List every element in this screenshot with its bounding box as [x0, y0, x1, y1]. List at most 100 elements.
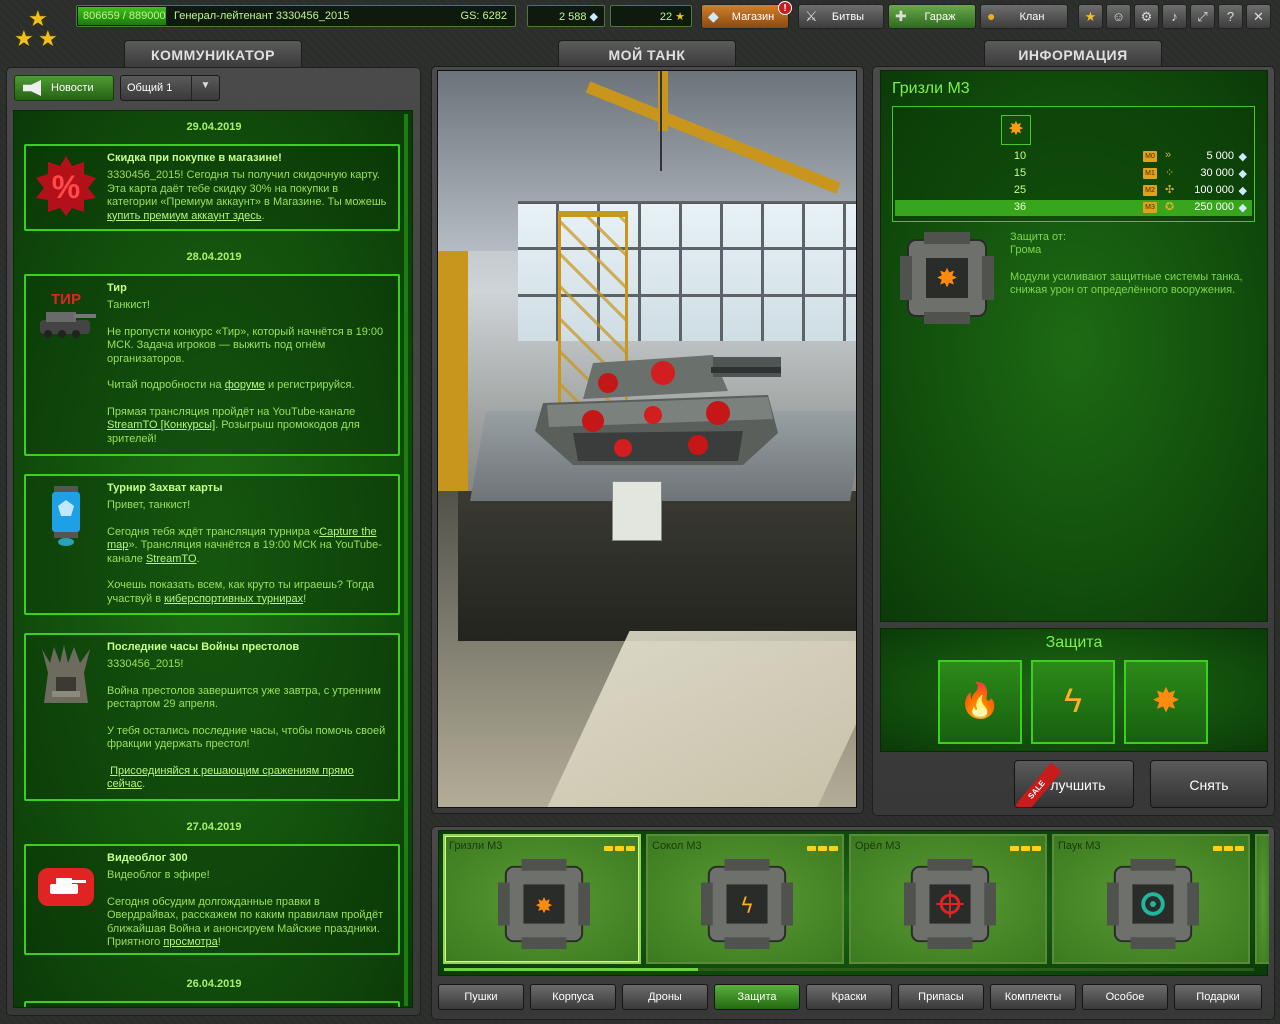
category-special[interactable]: Особое — [1082, 984, 1168, 1010]
wrench-icon: ✚ — [895, 8, 907, 24]
protection-from: Защита от: Грома — [1010, 231, 1066, 257]
crossed-swords-icon: ⚔ — [805, 8, 818, 24]
achievements-star-icon[interactable]: ★ — [1078, 4, 1103, 29]
streamto-link[interactable]: StreamTO [Конкурсы] — [107, 419, 215, 431]
gear-score: GS: 6282 — [460, 10, 507, 22]
premium-link[interactable]: купить премиум аккаунт здесь — [107, 210, 261, 222]
news-scrollbar[interactable] — [404, 114, 408, 1006]
row-level: 10 — [1013, 150, 1027, 162]
news-paragraph: Привет, танкист! — [107, 499, 191, 511]
row-level: 25 — [1013, 184, 1027, 196]
news-paragraph: Танкист! — [107, 299, 150, 311]
tank-3d-view[interactable] — [437, 70, 857, 808]
channel-select-value: Общий 1 — [127, 82, 173, 94]
news-date: 29.04.2019 — [186, 121, 242, 133]
category-gifts[interactable]: Подарки — [1174, 984, 1262, 1010]
svg-text:ТИР: ТИР — [51, 291, 81, 308]
protection-module-icon: ✸ — [900, 232, 994, 324]
protection-from-value: Грома — [1010, 244, 1042, 256]
friends-icon[interactable]: ☺ — [1106, 4, 1131, 29]
tab-my-tank: МОЙ ТАНК — [558, 40, 736, 68]
tab-communicator: КОММУНИКАТОР — [124, 40, 302, 68]
news-button[interactable]: Новости — [14, 75, 114, 101]
news-title: Тир — [107, 282, 127, 294]
crane-chain — [660, 71, 662, 171]
esports-tournaments-link[interactable]: киберспортивных турнирах — [164, 593, 303, 605]
shop-label: Магазин — [731, 11, 775, 23]
diamond-icon: ◆ — [708, 8, 719, 24]
fire-protection-icon[interactable]: 🔥 — [938, 660, 1022, 744]
item-description: Модули усиливают защитные системы танка,… — [1010, 271, 1243, 296]
module-card-eagle[interactable]: Орёл М3 — [849, 834, 1047, 964]
news-button-label: Новости — [51, 82, 94, 94]
experience-bar: 806659 / 889000 Генерал-лейтенант 333045… — [76, 5, 516, 27]
sound-icon[interactable]: ♪ — [1162, 4, 1187, 29]
unequip-button[interactable]: Снять — [1150, 760, 1268, 808]
upgrade-row: 15 M1 ⁘ 30 000 ◆ — [895, 166, 1252, 182]
news-item: Турнир Захват карты Привет, танкист! Сег… — [24, 474, 400, 615]
close-icon[interactable]: ✕ — [1246, 4, 1271, 29]
module-card-partial[interactable] — [1255, 834, 1269, 964]
news-item: Последние часы Войны престолов 3330456_2… — [24, 633, 400, 801]
garage-button[interactable]: ✚ Гараж — [888, 4, 976, 29]
protection-from-label: Защита от: — [1010, 231, 1067, 243]
news-feed[interactable]: 29.04.2019 % Скидка при покупке в магази… — [13, 110, 413, 1008]
streamto-link[interactable]: StreamTO — [146, 553, 197, 565]
upgrade-level-pips — [1211, 842, 1244, 854]
garage-label: Гараж — [924, 11, 956, 23]
forum-link[interactable]: форуме — [225, 379, 265, 391]
module-card-spider[interactable]: Паук М3 — [1052, 834, 1250, 964]
discount-percent-icon: % — [36, 156, 96, 216]
upgrade-button[interactable]: SALE Улучшить — [1014, 760, 1134, 808]
category-hulls[interactable]: Корпуса — [530, 984, 616, 1010]
news-paragraph: Сегодня тебя ждёт трансляция турнира «Ca… — [107, 525, 382, 565]
battles-button[interactable]: ⚔ Битвы — [798, 4, 884, 29]
item-name: Гризли М3 — [892, 80, 970, 97]
falcon-protection-icon[interactable]: ϟ — [1031, 660, 1115, 744]
upgrade-row-current: 36 M3 ✪ 250 000 ◆ — [895, 200, 1252, 216]
watch-link[interactable]: просмотра — [163, 936, 217, 948]
modification-mark: M2 — [1143, 185, 1157, 196]
settings-gear-icon[interactable]: ⚙ — [1134, 4, 1159, 29]
youtube-tank-icon — [38, 868, 94, 906]
crystal-icon: ◆ — [1238, 168, 1247, 180]
grizzly-module-icon: ✸ — [498, 858, 590, 950]
modification-mark: M0 — [1143, 151, 1157, 162]
news-paragraph: Сегодня обсудим долгожданные правки в Ов… — [107, 895, 384, 949]
defense-title: Защита — [1045, 634, 1103, 651]
news-title: Видеоблог 300 — [107, 852, 188, 864]
clan-button[interactable]: ● Клан — [980, 4, 1068, 29]
item-list-scroll-thumb[interactable] — [444, 968, 698, 971]
crystal-icon: ◆ — [589, 11, 598, 23]
star-icon: ★ — [675, 11, 685, 23]
category-protection[interactable]: Защита — [714, 984, 800, 1010]
news-paragraph: Читай подробности на форуме и регистриру… — [107, 379, 355, 391]
news-date: 28.04.2019 — [186, 251, 242, 263]
iron-throne-icon — [42, 645, 90, 703]
category-paints[interactable]: Краски — [806, 984, 892, 1010]
category-drones[interactable]: Дроны — [622, 984, 708, 1010]
help-icon[interactable]: ? — [1218, 4, 1243, 29]
upgrade-table: ✸ 10 M0 » 5 000 ◆ 15 M1 ⁘ 30 000 ◆ 25 M2… — [892, 106, 1255, 222]
fullscreen-icon[interactable]: ⤢ — [1190, 4, 1215, 29]
module-card-falcon[interactable]: Сокол М3 ϟ — [646, 834, 844, 964]
unequip-button-label: Снять — [1189, 777, 1229, 793]
crystal-icon: ◆ — [1238, 151, 1247, 163]
category-guns[interactable]: Пушки — [438, 984, 524, 1010]
category-kits[interactable]: Комплекты — [990, 984, 1076, 1010]
item-list-scrollbar[interactable] — [444, 968, 1254, 971]
news-item: Видеоблог 300 Видеоблог в эфире! Сегодня… — [24, 844, 400, 955]
news-paragraph: Хочешь показать всем, как круто ты играе… — [107, 579, 375, 605]
news-paragraph: 3330456_2015! — [107, 658, 184, 670]
category-supplies[interactable]: Припасы — [898, 984, 984, 1010]
tab-information: ИНФОРМАЦИЯ — [984, 40, 1162, 68]
module-name: Гризли М3 — [449, 840, 503, 852]
upgrade-row: 10 M0 » 5 000 ◆ — [895, 149, 1252, 165]
channel-select[interactable]: Общий 1 ▼ — [120, 75, 220, 101]
modification-mark: M3 — [1143, 202, 1157, 213]
shop-button[interactable]: ◆ Магазин ! — [701, 1, 792, 29]
crystals-value: 2 588 — [559, 11, 587, 23]
news-body: 3330456_2015! Сегодня ты получил скидочн… — [107, 169, 387, 222]
module-card-grizzly[interactable]: Гризли М3 ✸ — [443, 834, 641, 964]
thunder-protection-slot-icon[interactable]: ✸ — [1124, 660, 1208, 744]
